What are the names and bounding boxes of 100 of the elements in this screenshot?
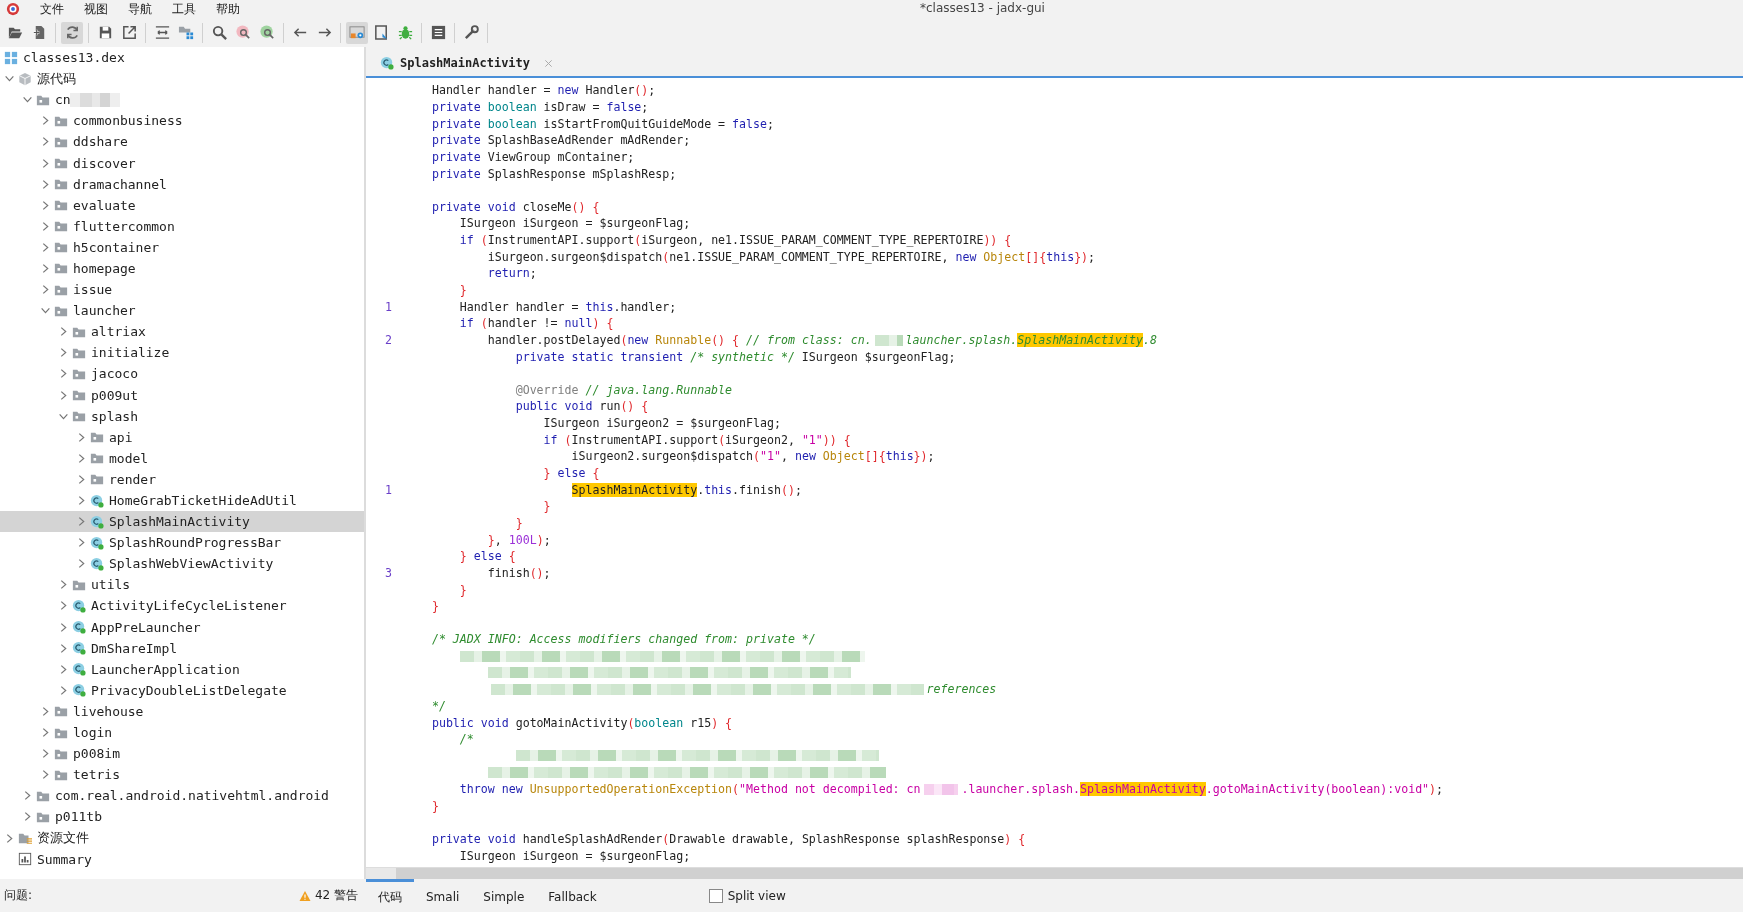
- view-tab[interactable]: 代码: [366, 879, 414, 912]
- chevron-icon[interactable]: [58, 642, 69, 654]
- tree-item[interactable]: evaluate: [0, 194, 364, 216]
- tree-item[interactable]: PrivacyDoubleListDelegate: [0, 679, 364, 701]
- tree-item[interactable]: HomeGrabTicketHideAdUtil: [0, 489, 364, 512]
- menu-item[interactable]: 帮助: [216, 0, 240, 18]
- folder-icon: [90, 472, 104, 487]
- chevron-icon[interactable]: [76, 452, 87, 464]
- tree-item[interactable]: ddshare: [0, 131, 364, 153]
- menu-item[interactable]: 文件: [40, 0, 64, 18]
- chevron-icon[interactable]: [22, 94, 33, 106]
- tree-root[interactable]: classes13.dex: [0, 47, 364, 69]
- chevron-icon[interactable]: [76, 537, 87, 549]
- refresh-icon[interactable]: [61, 21, 83, 44]
- chevron-icon[interactable]: [40, 727, 51, 739]
- chevron-icon[interactable]: [76, 473, 87, 485]
- chevron-icon[interactable]: [58, 579, 69, 591]
- chevron-icon[interactable]: [40, 136, 51, 148]
- code-line: }, 100L);: [486, 532, 551, 547]
- chevron-icon[interactable]: [40, 178, 51, 190]
- tree-item[interactable]: tetris: [0, 764, 364, 786]
- chevron-icon[interactable]: [22, 811, 33, 823]
- chevron-icon[interactable]: [76, 431, 87, 443]
- tree-item[interactable]: livehouse: [0, 700, 364, 722]
- chevron-icon[interactable]: [4, 832, 15, 844]
- tree-item[interactable]: splash: [0, 405, 364, 427]
- tree-item[interactable]: Summary: [0, 848, 364, 870]
- tree-item[interactable]: altriax: [0, 321, 364, 343]
- chevron-icon[interactable]: [40, 241, 51, 253]
- chevron-icon[interactable]: [58, 368, 69, 380]
- chevron-icon[interactable]: [58, 600, 69, 612]
- chevron-icon[interactable]: [40, 115, 51, 127]
- chevron-icon[interactable]: [40, 748, 51, 760]
- folder-icon: [90, 451, 104, 466]
- tree-item[interactable]: utils: [0, 574, 364, 596]
- menu-item[interactable]: 工具: [172, 0, 196, 18]
- tree-item[interactable]: ActivityLifeCycleListener: [0, 595, 364, 617]
- chevron-icon[interactable]: [40, 705, 51, 717]
- tree-item[interactable]: render: [0, 468, 364, 490]
- chevron-icon[interactable]: [58, 347, 69, 359]
- chevron-icon[interactable]: [58, 684, 69, 696]
- code-line: }: [542, 499, 551, 514]
- class-icon: [72, 683, 86, 698]
- tree-item[interactable]: fluttercommon: [0, 215, 364, 237]
- chevron-icon[interactable]: [58, 389, 69, 401]
- cube-icon: [18, 71, 32, 86]
- tree-item[interactable]: commonbusiness: [0, 110, 364, 132]
- tree-item[interactable]: dramachannel: [0, 173, 364, 195]
- split-view-checkbox[interactable]: Split view: [708, 888, 786, 903]
- tree-item[interactable]: SplashMainActivity: [0, 511, 364, 533]
- tree-item[interactable]: com.real.android.nativehtml.android: [0, 785, 364, 807]
- tree-item[interactable]: initialize: [0, 342, 364, 364]
- chevron-icon[interactable]: [40, 157, 51, 169]
- chevron-icon[interactable]: [40, 263, 51, 274]
- tree-item[interactable]: cn: [0, 89, 364, 111]
- chevron-icon[interactable]: [76, 558, 87, 570]
- tree-item[interactable]: p009ut: [0, 384, 364, 406]
- line-number: 3: [385, 565, 392, 580]
- chevron-icon[interactable]: [22, 790, 33, 802]
- tree-item[interactable]: AppPreLauncher: [0, 616, 364, 638]
- tree-item[interactable]: issue: [0, 279, 364, 301]
- tree-item[interactable]: discover: [0, 152, 364, 174]
- view-tab[interactable]: Fallback: [536, 879, 609, 912]
- editor-tab[interactable]: SplashMainActivity: [374, 50, 560, 76]
- menu-item[interactable]: 视图: [84, 0, 108, 18]
- tree-item[interactable]: 资源文件: [0, 827, 364, 849]
- chevron-icon[interactable]: [58, 621, 69, 633]
- chevron-icon[interactable]: [40, 284, 51, 296]
- scrollbar-thumb[interactable]: [396, 868, 1743, 879]
- menu-item[interactable]: 导航: [128, 0, 152, 18]
- chevron-icon[interactable]: [40, 769, 51, 781]
- warning-count[interactable]: 42 警告: [314, 887, 358, 904]
- tree-item[interactable]: p011tb: [0, 806, 364, 828]
- chevron-icon[interactable]: [40, 199, 51, 211]
- view-tab[interactable]: Smali: [414, 879, 472, 912]
- tree-item[interactable]: login: [0, 722, 364, 744]
- chevron-icon[interactable]: [40, 305, 51, 317]
- tree-item[interactable]: launcher: [0, 300, 364, 322]
- tree-item[interactable]: SplashWebViewActivity: [0, 553, 364, 575]
- chevron-icon[interactable]: [58, 326, 69, 338]
- code-line: } else {: [458, 549, 516, 564]
- chevron-icon[interactable]: [58, 663, 69, 675]
- tree-item[interactable]: api: [0, 426, 364, 448]
- tree-item[interactable]: h5container: [0, 236, 364, 258]
- tree-item[interactable]: SplashRoundProgressBar: [0, 532, 364, 554]
- tree-item[interactable]: model: [0, 447, 364, 469]
- view-tab[interactable]: Simple: [471, 879, 537, 912]
- chevron-icon[interactable]: [4, 73, 15, 85]
- tree-item[interactable]: p008im: [0, 743, 364, 765]
- tree-item[interactable]: LauncherApplication: [0, 658, 364, 680]
- chevron-icon[interactable]: [76, 516, 87, 528]
- chevron-icon[interactable]: [76, 495, 87, 506]
- gear-window-icon[interactable]: [346, 21, 368, 44]
- tree-item[interactable]: homepage: [0, 257, 364, 280]
- problems-label: 问题:: [4, 887, 33, 904]
- tree-item[interactable]: jacoco: [0, 363, 364, 385]
- tree-item[interactable]: 源代码: [0, 68, 364, 90]
- tree-item[interactable]: DmShareImpl: [0, 637, 364, 659]
- chevron-icon[interactable]: [40, 220, 51, 232]
- blurred-text: [69, 92, 120, 107]
